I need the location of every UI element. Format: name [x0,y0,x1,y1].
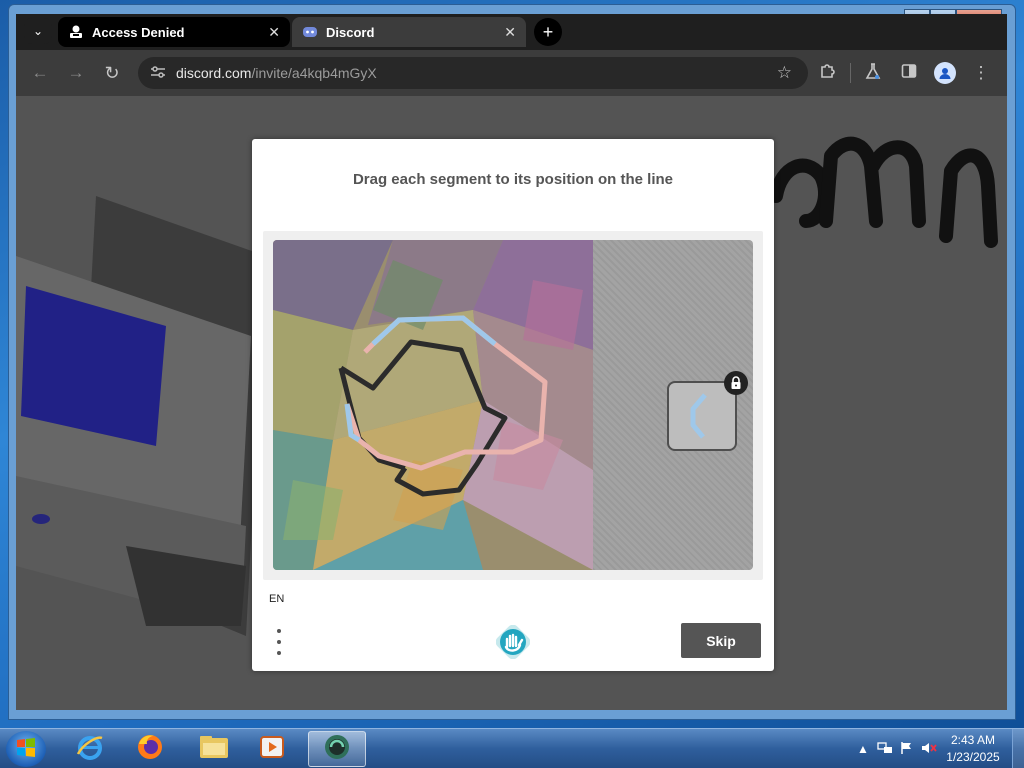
show-desktop-button[interactable] [1012,729,1024,768]
captcha-prompt: Drag each segment to its position on the… [352,171,674,188]
dot [277,651,281,655]
segment-graphic [690,393,707,439]
url-host: discord.com [176,65,252,81]
clock-date: 1/23/2025 [946,750,1000,764]
close-icon[interactable]: ✕ [504,24,516,41]
captcha-dialog: Drag each segment to its position on the… [252,139,774,671]
browser-toolbar: ← → ↻ discord.com/invite/a4kqb4mGyX ☆ ⋮ [16,50,1007,96]
firefox-icon [135,732,165,767]
media-player-icon [257,732,287,767]
reload-icon: ↻ [104,62,120,83]
internet-explorer-taskbar-button[interactable] [64,731,116,767]
tab-title: Discord [326,24,375,40]
arrow-left-icon: ← [31,63,49,82]
captcha-logo-icon[interactable] [495,624,531,660]
taskbar: ▲ 2:43 AM 1/23/2025 [0,728,1024,768]
active-app-taskbar-button[interactable] [308,731,366,767]
challenge-image-graphic [273,240,593,570]
tab-access-denied[interactable]: Access Denied ✕ [58,17,290,47]
side-panel-button[interactable] [891,55,927,91]
internet-explorer-icon [75,732,105,767]
volume-muted-icon[interactable] [918,741,940,758]
chevron-down-icon: ⌄ [32,24,44,38]
draggable-segment[interactable] [667,381,737,451]
labs-button[interactable] [855,55,891,91]
windows-logo-icon [15,736,37,763]
dot [277,629,281,633]
firefox-taskbar-button[interactable] [124,731,176,767]
network-icon[interactable] [874,741,896,758]
file-explorer-icon [198,733,230,766]
side-panel-icon [901,63,917,84]
toolbar-right-actions: ⋮ [810,55,999,91]
kebab-menu-icon: ⋮ [972,63,990,82]
forward-button[interactable]: → [58,55,94,91]
extensions-button[interactable] [810,55,846,91]
incognito-stamp-icon [68,24,84,40]
flask-icon [865,62,881,85]
skip-button[interactable]: Skip [681,623,761,658]
reload-button[interactable]: ↻ [94,55,130,91]
new-tab-button[interactable]: + [534,18,562,46]
start-button[interactable] [6,731,46,767]
lock-icon [724,371,748,395]
browser-menu-button[interactable]: ⋮ [963,55,999,91]
challenge-image[interactable] [273,240,593,570]
show-hidden-icons-button[interactable]: ▲ [852,742,874,756]
active-app-icon [321,732,353,767]
action-center-flag-icon[interactable] [896,741,918,758]
captcha-menu-button[interactable] [270,627,288,657]
puzzle-icon [819,62,837,85]
tab-title: Access Denied [92,24,185,40]
segment-tray [593,240,753,570]
toolbar-separator [850,63,851,83]
address-bar[interactable]: discord.com/invite/a4kqb4mGyX ☆ [138,57,808,89]
site-info-icon[interactable] [150,65,166,82]
system-tray: ▲ 2:43 AM 1/23/2025 [852,729,1024,768]
challenge-frame [263,231,763,580]
tab-discord[interactable]: Discord ✕ [292,17,526,47]
page-content: Drag each segment to its position on the… [16,96,1007,710]
back-button[interactable]: ← [22,55,58,91]
profile-button[interactable] [927,55,963,91]
avatar-icon [934,62,956,84]
media-player-taskbar-button[interactable] [246,731,298,767]
clock-time: 2:43 AM [950,733,996,747]
language-selector[interactable]: EN [269,593,284,605]
discord-icon [302,24,318,40]
url-path: /invite/a4kqb4mGyX [251,65,377,81]
bookmark-star-icon[interactable]: ☆ [777,63,792,83]
tab-search-button[interactable]: ⌄ [24,18,52,44]
close-icon[interactable]: ✕ [268,24,280,41]
arrow-right-icon: → [67,63,85,82]
file-explorer-taskbar-button[interactable] [188,731,240,767]
dot [277,640,281,644]
taskbar-clock[interactable]: 2:43 AM 1/23/2025 [940,732,1006,766]
